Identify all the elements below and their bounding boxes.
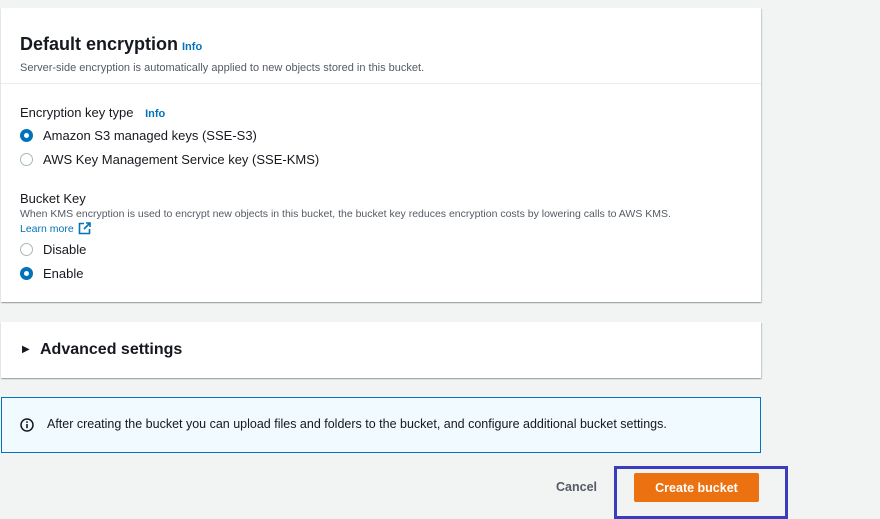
- radio-sse-kms[interactable]: AWS Key Management Service key (SSE-KMS): [20, 152, 319, 167]
- expand-caret-icon[interactable]: ▶: [22, 344, 30, 355]
- key-type-label-text: Encryption key type: [20, 105, 134, 120]
- radio-label: Enable: [43, 266, 84, 281]
- bucket-key-description: When KMS encryption is used to encrypt n…: [20, 208, 671, 220]
- alert-text: After creating the bucket you can upload…: [47, 417, 667, 431]
- radio-label: Amazon S3 managed keys (SSE-S3): [43, 128, 257, 143]
- radio-label: Disable: [43, 242, 87, 257]
- cancel-button[interactable]: Cancel: [556, 480, 597, 494]
- info-alert: After creating the bucket you can upload…: [1, 397, 761, 453]
- info-circle-icon: [20, 418, 34, 432]
- advanced-settings-panel[interactable]: ▶ Advanced settings: [1, 322, 761, 378]
- radio-bucket-key-enable[interactable]: Enable: [20, 266, 83, 281]
- radio-unselected-icon[interactable]: [20, 153, 33, 166]
- panel-title: Default encryption: [20, 34, 179, 54]
- key-type-label: Encryption key type Info: [20, 105, 165, 120]
- advanced-settings-title[interactable]: Advanced settings: [40, 341, 182, 359]
- radio-selected-icon[interactable]: [20, 267, 33, 280]
- radio-label: AWS Key Management Service key (SSE-KMS): [43, 152, 320, 167]
- panel-description: Server-side encryption is automatically …: [20, 62, 425, 74]
- radio-unselected-icon[interactable]: [20, 243, 33, 256]
- create-bucket-button[interactable]: Create bucket: [634, 473, 759, 502]
- radio-sse-s3[interactable]: Amazon S3 managed keys (SSE-S3): [20, 128, 257, 143]
- radio-selected-icon[interactable]: [20, 129, 33, 142]
- learn-more-link[interactable]: Learn more: [20, 222, 91, 235]
- key-type-info-link[interactable]: Info: [145, 108, 165, 120]
- external-link-icon: [78, 222, 91, 235]
- bucket-key-label: Bucket Key: [20, 191, 86, 206]
- radio-bucket-key-disable[interactable]: Disable: [20, 242, 86, 257]
- encryption-info-link[interactable]: Info: [182, 41, 202, 53]
- learn-more-text: Learn more: [20, 222, 74, 235]
- default-encryption-panel: Default encryption Info Server-side encr…: [1, 8, 761, 302]
